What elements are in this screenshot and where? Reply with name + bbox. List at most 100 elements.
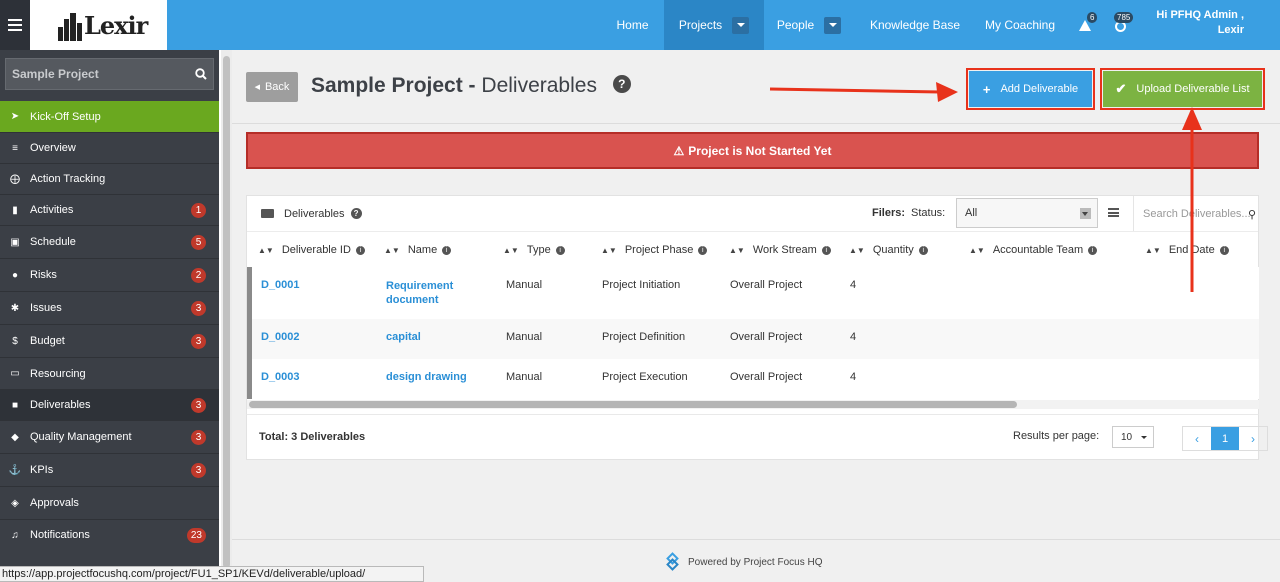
col-type[interactable]: ▲▼ Type i (503, 232, 565, 268)
col-name[interactable]: ▲▼ Name i (384, 232, 452, 268)
notifications-button[interactable]: 785 (1110, 12, 1138, 36)
issues-badge: 3 (191, 300, 206, 316)
rocket-icon: ➤ (10, 111, 20, 122)
nav-home[interactable]: Home (601, 0, 664, 50)
next-page-icon[interactable]: › (1239, 427, 1267, 450)
table-row[interactable]: D_0003 design drawing Manual Project Exe… (247, 359, 1259, 399)
projects-dropdown-icon[interactable] (732, 16, 750, 34)
upload-deliverable-list-button[interactable]: ✔ Upload Deliverable List (1100, 68, 1265, 110)
deliverables-search-input[interactable]: Search Deliverables... ⚲ (1133, 196, 1260, 231)
col-label: End Date (1168, 244, 1215, 256)
add-deliverable-button[interactable]: + Add Deliverable (966, 68, 1095, 110)
nav-people[interactable]: People (764, 0, 854, 50)
sidebar-scrollbar[interactable] (221, 50, 232, 582)
col-deliverable-id[interactable]: ▲▼ Deliverable ID i (258, 232, 365, 268)
back-button[interactable]: ◀ Back (246, 72, 298, 102)
sidebar-item-approvals[interactable]: ◈ Approvals (0, 486, 219, 519)
help-icon[interactable]: ? (350, 208, 362, 219)
sidebar-search: Sample Project (0, 50, 219, 101)
table-row[interactable]: D_0002 capital Manual Project Definition… (247, 319, 1259, 359)
sidebar-item-label: Risks (30, 269, 57, 281)
nav-projects-label: Projects (678, 18, 723, 32)
sidebar-item-deliverables[interactable]: ■ Deliverables 3 (0, 389, 219, 420)
search-placeholder: Search Deliverables... (1143, 207, 1251, 220)
phase-cell: Project Initiation (602, 279, 681, 291)
sort-icon: ▲▼ (729, 245, 745, 255)
nav-projects[interactable]: Projects (664, 0, 764, 50)
stream-cell: Overall Project (730, 371, 803, 383)
filters-label: Filers: (872, 207, 906, 219)
sidebar-item-label: Deliverables (30, 399, 91, 411)
sidebar-item-kpis[interactable]: ⚓ KPIs 3 (0, 453, 219, 486)
project-search-input[interactable]: Sample Project (5, 58, 214, 90)
sidebar-item-notifications[interactable]: ♫ Notifications 23 (0, 519, 219, 550)
powered-by: Powered by Project Focus HQ (664, 552, 823, 571)
table-scrollbar-thumb[interactable] (249, 401, 1017, 408)
column-toggle-icon[interactable] (1108, 208, 1119, 217)
add-deliverable-label: Add Deliverable (1000, 83, 1079, 95)
list-icon: ≡ (12, 142, 18, 154)
col-work-stream[interactable]: ▲▼ Work Stream i (729, 232, 831, 268)
status-filter-select[interactable]: All (956, 198, 1098, 228)
sidebar-item-resourcing[interactable]: ▭ Resourcing (0, 357, 219, 389)
col-end-date[interactable]: ▲▼ End Date i (1145, 232, 1229, 268)
results-per-page-select[interactable]: 10 (1112, 426, 1154, 448)
sidebar-item-schedule[interactable]: ▣ Schedule 5 (0, 225, 219, 258)
sidebar-item-budget[interactable]: $ Budget 3 (0, 324, 219, 357)
deliverable-id-link[interactable]: D_0002 (261, 331, 300, 343)
deliverable-name-link[interactable]: Requirement document (386, 280, 453, 306)
col-quantity[interactable]: ▲▼ Quantity i (849, 232, 928, 268)
checkmark-icon: ✔ (1115, 81, 1127, 96)
user-menu[interactable]: Hi PFHQ Admin , Lexir (1150, 8, 1244, 38)
logo[interactable]: Lexir (30, 0, 167, 50)
sidebar-item-label: Activities (30, 204, 74, 216)
total-count: Total: 3 Deliverables (259, 431, 366, 443)
pagination: ‹ 1 › (1182, 426, 1268, 451)
sidebar-item-issues[interactable]: ✱ Issues 3 (0, 291, 219, 324)
sidebar-scrollbar-thumb[interactable] (223, 56, 230, 568)
deliverable-name-link[interactable]: design drawing (386, 371, 467, 383)
nav-people-label: People (776, 18, 815, 32)
sidebar-item-quality-management[interactable]: ◆ Quality Management 3 (0, 420, 219, 453)
browser-status-bar: https://app.projectfocushq.com/project/F… (0, 566, 424, 582)
alerts-button[interactable]: 6 (1075, 12, 1098, 36)
nav-my-coaching[interactable]: My Coaching (976, 0, 1064, 50)
kpis-badge: 3 (191, 462, 206, 478)
hamburger-menu-icon[interactable] (0, 0, 30, 50)
table-row[interactable]: D_0001 Requirement document Manual Projec… (247, 267, 1259, 319)
table-horizontal-scrollbar[interactable] (247, 400, 1259, 409)
page-title: Sample Project - Deliverables ? (311, 74, 631, 98)
search-icon[interactable]: ⚲ (1248, 208, 1256, 221)
help-icon[interactable]: ? (612, 75, 631, 94)
sidebar-item-label: Notifications (30, 529, 90, 541)
col-accountable-team[interactable]: ▲▼ Accountable Team i (969, 232, 1098, 268)
type-cell: Manual (506, 331, 543, 343)
results-per-page-label: Results per page: (1013, 430, 1100, 442)
sidebar-item-risks[interactable]: ● Risks 2 (0, 258, 219, 291)
deliverable-id-link[interactable]: D_0003 (261, 371, 300, 383)
sidebar-item-label: Kick-Off Setup (30, 110, 101, 123)
sidebar-item-overview[interactable]: ≡ Overview (0, 132, 219, 163)
deliverable-id-link[interactable]: D_0001 (261, 279, 300, 291)
quantity-cell: 4 (850, 331, 857, 343)
sidebar-item-activities[interactable]: ▮ Activities 1 (0, 194, 219, 225)
bug-icon: ✱ (10, 302, 20, 314)
phase-cell: Project Definition (602, 331, 686, 343)
phase-cell: Project Execution (602, 371, 688, 383)
nav-knowledge-base[interactable]: Knowledge Base (862, 0, 968, 50)
prev-page-icon[interactable]: ‹ (1183, 427, 1211, 450)
sidebar-item-label: KPIs (30, 464, 54, 476)
info-icon: i (442, 245, 452, 255)
deliverable-name-link[interactable]: capital (386, 331, 421, 343)
page-button-current[interactable]: 1 (1211, 427, 1239, 450)
col-label: Quantity (872, 244, 914, 256)
chevron-down-icon (1080, 208, 1091, 219)
sidebar-item-action-tracking[interactable]: ⨁ Action Tracking (0, 163, 219, 194)
sidebar-item-label: Action Tracking (30, 173, 106, 185)
people-dropdown-icon[interactable] (824, 16, 842, 34)
col-project-phase[interactable]: ▲▼ Project Phase i (601, 232, 708, 268)
sidebar-item-label: Budget (30, 335, 65, 347)
sidebar-item-kick-off-setup[interactable]: ➤ Kick-Off Setup (0, 101, 219, 132)
search-icon[interactable] (195, 68, 207, 80)
quantity-cell: 4 (850, 371, 857, 383)
